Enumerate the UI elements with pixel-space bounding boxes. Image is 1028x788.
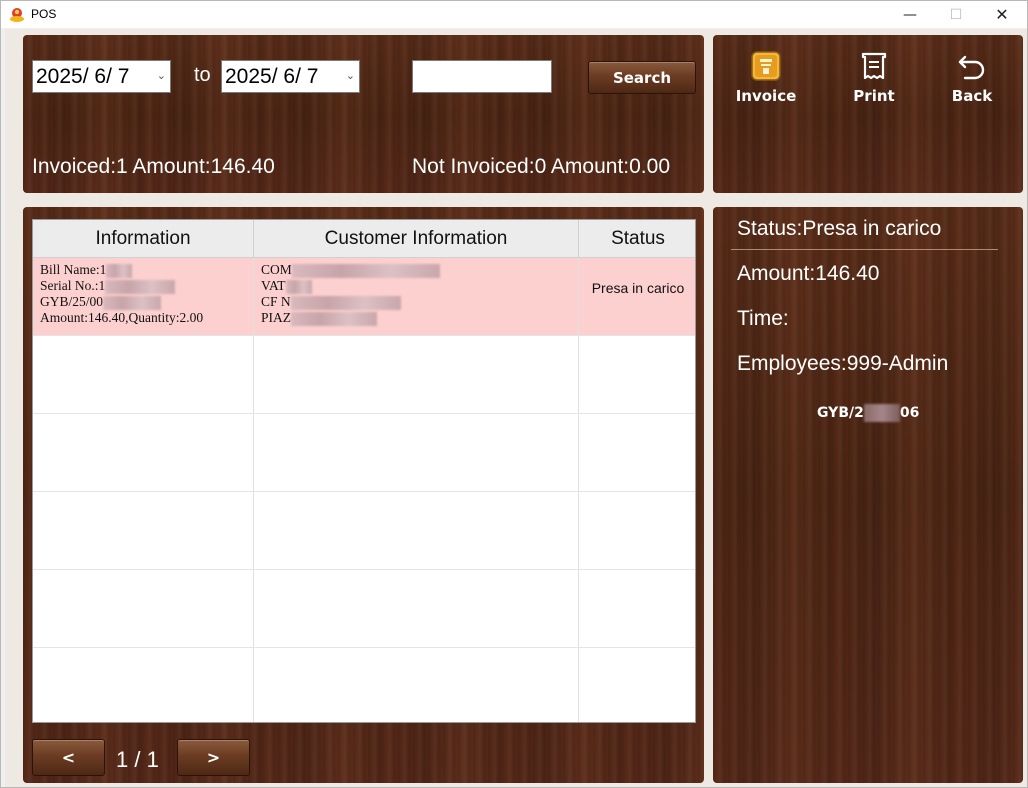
print-label: Print bbox=[853, 87, 895, 105]
empty-cell bbox=[254, 414, 579, 492]
table-header: Information Customer Information Status bbox=[33, 220, 695, 258]
date-to-picker[interactable]: 2025/ 6/ 7 ⌄ bbox=[221, 60, 360, 93]
detail-panel: Status:Presa in carico Amount:146.40 Tim… bbox=[713, 207, 1023, 783]
app-logo-icon bbox=[10, 8, 24, 22]
table-row-empty bbox=[33, 570, 695, 648]
detail-employees: Employees:999-Admin bbox=[737, 352, 949, 375]
column-header-information[interactable]: Information bbox=[33, 220, 254, 258]
next-page-button[interactable]: > bbox=[177, 739, 250, 776]
invoice-button[interactable]: Invoice bbox=[726, 49, 806, 119]
date-from-picker[interactable]: 2025/ 6/ 7 ⌄ bbox=[32, 60, 171, 93]
invoice-label: Invoice bbox=[735, 87, 797, 105]
empty-cell bbox=[33, 336, 254, 414]
redacted-block bbox=[863, 404, 900, 422]
detail-time: Time: bbox=[737, 307, 789, 330]
print-button[interactable]: Print bbox=[834, 49, 914, 119]
undo-arrow-icon bbox=[958, 55, 985, 80]
back-label: Back bbox=[951, 87, 993, 105]
table-row-empty bbox=[33, 414, 695, 492]
window-title: POS bbox=[31, 7, 57, 21]
detail-serial: GYB/2 06 bbox=[817, 404, 919, 422]
search-input[interactable] bbox=[412, 60, 552, 93]
empty-cell bbox=[579, 492, 695, 570]
title-bar: POS — ☐ ✕ bbox=[1, 1, 1027, 28]
row-customer-cell: COM VAT CF N PIAZ bbox=[254, 258, 579, 336]
invoice-icon bbox=[751, 51, 781, 81]
chevron-down-icon[interactable]: ⌄ bbox=[157, 61, 166, 92]
customer-vat: VAT bbox=[261, 278, 286, 293]
amount-quantity: Amount:146.40,Quantity:2.00 bbox=[40, 310, 204, 325]
detail-status: Status:Presa in carico bbox=[737, 217, 942, 240]
row-information-cell: Bill Name:1 Serial No.:1 GYB/25/00 Amoun… bbox=[33, 258, 254, 336]
empty-cell bbox=[254, 570, 579, 648]
column-header-status[interactable]: Status bbox=[579, 220, 695, 258]
orders-table: Information Customer Information Status … bbox=[32, 219, 696, 723]
empty-cell bbox=[579, 336, 695, 414]
table-row-empty bbox=[33, 648, 695, 722]
empty-cell bbox=[579, 414, 695, 492]
page-indicator: 1 / 1 bbox=[116, 747, 159, 772]
detail-serial-suffix: 06 bbox=[899, 405, 920, 421]
empty-cell bbox=[33, 648, 254, 722]
filter-panel: 2025/ 6/ 7 ⌄ to 2025/ 6/ 7 ⌄ Search Invo… bbox=[23, 35, 704, 193]
table-row-empty bbox=[33, 492, 695, 570]
pos-window: POS — ☐ ✕ 2025/ 6/ 7 ⌄ to 2025/ 6/ 7 ⌄ S… bbox=[0, 0, 1028, 788]
empty-cell bbox=[254, 492, 579, 570]
detail-serial-prefix: GYB/2 bbox=[817, 405, 864, 421]
receipt-icon bbox=[861, 52, 887, 80]
row-status-cell: Presa in carico bbox=[591, 280, 685, 296]
bill-code: GYB/25/00 bbox=[40, 294, 104, 309]
empty-cell bbox=[33, 570, 254, 648]
customer-address: PIAZ bbox=[261, 310, 291, 325]
table-row-empty bbox=[33, 336, 695, 414]
customer-cf: CF N bbox=[261, 294, 291, 309]
date-from-value: 2025/ 6/ 7 bbox=[36, 65, 130, 88]
empty-cell bbox=[579, 648, 695, 722]
empty-cell bbox=[33, 492, 254, 570]
detail-amount: Amount:146.40 bbox=[737, 262, 880, 285]
detail-divider bbox=[731, 249, 998, 250]
empty-cell bbox=[254, 648, 579, 722]
customer-company: COM bbox=[261, 262, 292, 277]
maximize-button[interactable]: ☐ bbox=[933, 1, 979, 28]
table-row[interactable]: Bill Name:1 Serial No.:1 GYB/25/00 Amoun… bbox=[33, 258, 695, 336]
previous-page-button[interactable]: < bbox=[32, 739, 105, 776]
not-invoiced-summary: Not Invoiced:0 Amount:0.00 bbox=[412, 155, 670, 178]
toolbar-panel: Invoice Print Back bbox=[713, 35, 1023, 193]
empty-cell bbox=[579, 570, 695, 648]
to-label: to bbox=[194, 64, 211, 86]
minimize-button[interactable]: — bbox=[887, 1, 933, 28]
empty-cell bbox=[33, 414, 254, 492]
date-to-value: 2025/ 6/ 7 bbox=[225, 65, 319, 88]
client-area: 2025/ 6/ 7 ⌄ to 2025/ 6/ 7 ⌄ Search Invo… bbox=[5, 29, 1027, 787]
empty-cell bbox=[254, 336, 579, 414]
bill-name: Bill Name:1 bbox=[40, 262, 107, 277]
chevron-down-icon[interactable]: ⌄ bbox=[346, 61, 355, 92]
close-button[interactable]: ✕ bbox=[979, 1, 1025, 28]
orders-panel: Information Customer Information Status … bbox=[23, 207, 704, 783]
back-button[interactable]: Back bbox=[932, 49, 1012, 119]
invoiced-summary: Invoiced:1 Amount:146.40 bbox=[32, 155, 275, 178]
serial-no: Serial No.:1 bbox=[40, 278, 106, 293]
search-button[interactable]: Search bbox=[588, 61, 696, 94]
column-header-customer[interactable]: Customer Information bbox=[254, 220, 579, 258]
